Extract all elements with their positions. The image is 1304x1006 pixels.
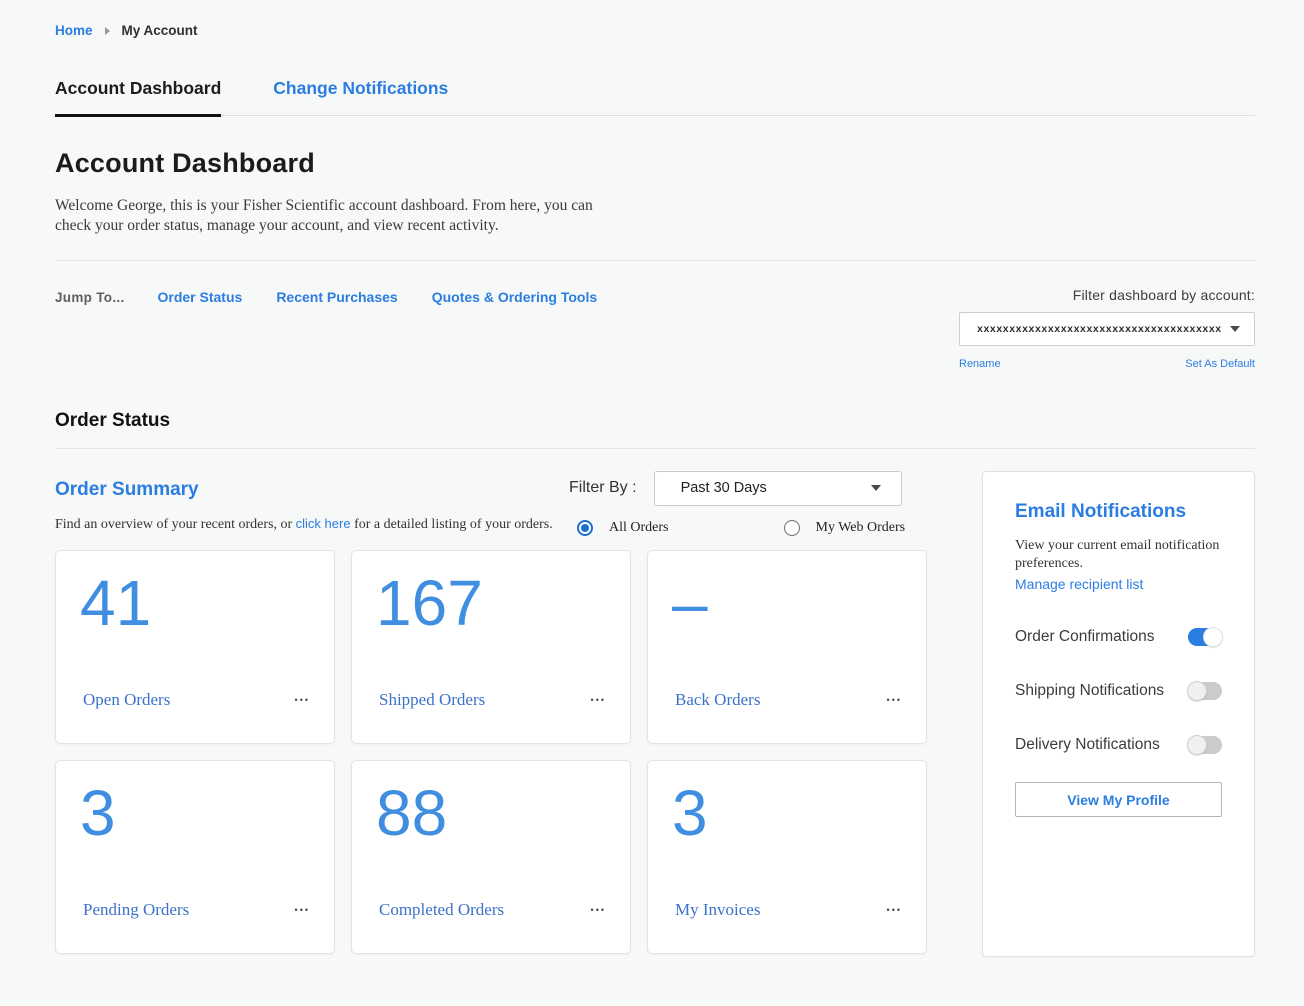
card-open-orders: 41 Open Orders ••• (55, 550, 335, 744)
delivery-notifications-label: Delivery Notifications (1015, 736, 1160, 754)
view-my-profile-button[interactable]: View My Profile (1015, 782, 1222, 817)
email-notifications-description: View your current email notification pre… (1015, 537, 1222, 573)
toggle-knob (1203, 627, 1223, 647)
account-dashboard-page: Home My Account Account Dashboard Change… (0, 0, 1304, 1006)
back-orders-count: – (672, 567, 902, 641)
order-summary-description: Find an overview of your recent orders, … (55, 516, 553, 533)
jump-to-label: Jump To... (55, 290, 125, 305)
shipping-notifications-toggle[interactable] (1188, 682, 1222, 700)
order-summary-heading: Order Summary (55, 479, 553, 501)
tab-change-notifications[interactable]: Change Notifications (273, 78, 448, 115)
ellipsis-menu-icon[interactable]: ••• (293, 901, 312, 919)
set-as-default-link[interactable]: Set As Default (1185, 358, 1255, 370)
account-select[interactable]: xxxxxxxxxxxxxxxxxxxxxxxxxxxxxxxxxxxxxx (959, 312, 1255, 346)
order-summary-desc-suffix: for a detailed listing of your orders. (351, 517, 553, 532)
toggle-knob (1187, 681, 1207, 701)
order-summary-cards: 41 Open Orders ••• 167 Shipped Orders ••… (55, 550, 929, 954)
breadcrumb-current: My Account (122, 23, 198, 38)
order-filter-controls: Filter By : Past 30 Days All Orders (569, 471, 929, 536)
radio-my-web-orders-label: My Web Orders (816, 520, 906, 536)
completed-orders-count: 88 (376, 777, 606, 851)
email-notifications-title: Email Notifications (1015, 501, 1222, 523)
order-confirmations-label: Order Confirmations (1015, 628, 1155, 646)
breadcrumb-separator-icon (105, 27, 110, 35)
date-range-select[interactable]: Past 30 Days (654, 471, 902, 506)
email-notifications-panel: Email Notifications View your current em… (982, 471, 1255, 957)
shipped-orders-count: 167 (376, 567, 606, 641)
order-summary-desc-prefix: Find an overview of your recent orders, … (55, 517, 296, 532)
click-here-link[interactable]: click here (296, 516, 351, 531)
open-orders-link[interactable]: Open Orders (83, 690, 170, 710)
tab-account-dashboard[interactable]: Account Dashboard (55, 78, 221, 115)
order-confirmations-toggle[interactable] (1188, 628, 1222, 646)
ellipsis-menu-icon[interactable]: ••• (293, 691, 312, 709)
card-my-invoices: 3 My Invoices ••• (647, 760, 927, 954)
page-title: Account Dashboard (55, 148, 1255, 179)
ellipsis-menu-icon[interactable]: ••• (589, 901, 608, 919)
back-orders-link[interactable]: Back Orders (675, 690, 760, 710)
my-invoices-count: 3 (672, 777, 902, 851)
card-shipped-orders: 167 Shipped Orders ••• (351, 550, 631, 744)
jump-link-quotes-ordering-tools[interactable]: Quotes & Ordering Tools (432, 289, 597, 305)
account-filter: Filter dashboard by account: xxxxxxxxxxx… (959, 287, 1255, 370)
rename-link[interactable]: Rename (959, 358, 1001, 370)
shipped-orders-link[interactable]: Shipped Orders (379, 690, 485, 710)
jump-link-recent-purchases[interactable]: Recent Purchases (276, 289, 397, 305)
pending-orders-count: 3 (80, 777, 310, 851)
filter-by-label: Filter By : (569, 479, 637, 497)
chevron-down-icon (1230, 326, 1240, 332)
radio-icon (577, 520, 593, 536)
radio-my-web-orders[interactable]: My Web Orders (784, 520, 906, 536)
manage-recipient-list-link[interactable]: Manage recipient list (1015, 576, 1222, 592)
divider (55, 448, 1255, 449)
ellipsis-menu-icon[interactable]: ••• (589, 691, 608, 709)
divider (55, 260, 1255, 261)
date-range-value: Past 30 Days (681, 480, 871, 496)
breadcrumb: Home My Account (55, 0, 1255, 38)
chevron-down-icon (871, 485, 881, 491)
my-invoices-link[interactable]: My Invoices (675, 900, 760, 920)
ellipsis-menu-icon[interactable]: ••• (885, 901, 904, 919)
breadcrumb-home-link[interactable]: Home (55, 23, 93, 38)
ellipsis-menu-icon[interactable]: ••• (885, 691, 904, 709)
radio-icon (784, 520, 800, 536)
order-status-heading: Order Status (55, 410, 1255, 432)
card-pending-orders: 3 Pending Orders ••• (55, 760, 335, 954)
pending-orders-link[interactable]: Pending Orders (83, 900, 189, 920)
delivery-notifications-toggle[interactable] (1188, 736, 1222, 754)
order-summary-header: Order Summary Find an overview of your r… (55, 471, 553, 533)
radio-all-orders[interactable]: All Orders (577, 520, 669, 536)
tab-bar: Account Dashboard Change Notifications (55, 78, 1255, 116)
account-select-value: xxxxxxxxxxxxxxxxxxxxxxxxxxxxxxxxxxxxxx (977, 323, 1230, 335)
toggle-knob (1187, 735, 1207, 755)
card-back-orders: – Back Orders ••• (647, 550, 927, 744)
jump-link-order-status[interactable]: Order Status (158, 289, 243, 305)
jump-to-nav: Jump To... Order Status Recent Purchases… (55, 287, 631, 305)
welcome-text: Welcome George, this is your Fisher Scie… (55, 196, 600, 237)
account-filter-label: Filter dashboard by account: (959, 287, 1255, 303)
open-orders-count: 41 (80, 567, 310, 641)
shipping-notifications-label: Shipping Notifications (1015, 682, 1164, 700)
completed-orders-link[interactable]: Completed Orders (379, 900, 504, 920)
radio-all-orders-label: All Orders (609, 520, 669, 536)
card-completed-orders: 88 Completed Orders ••• (351, 760, 631, 954)
